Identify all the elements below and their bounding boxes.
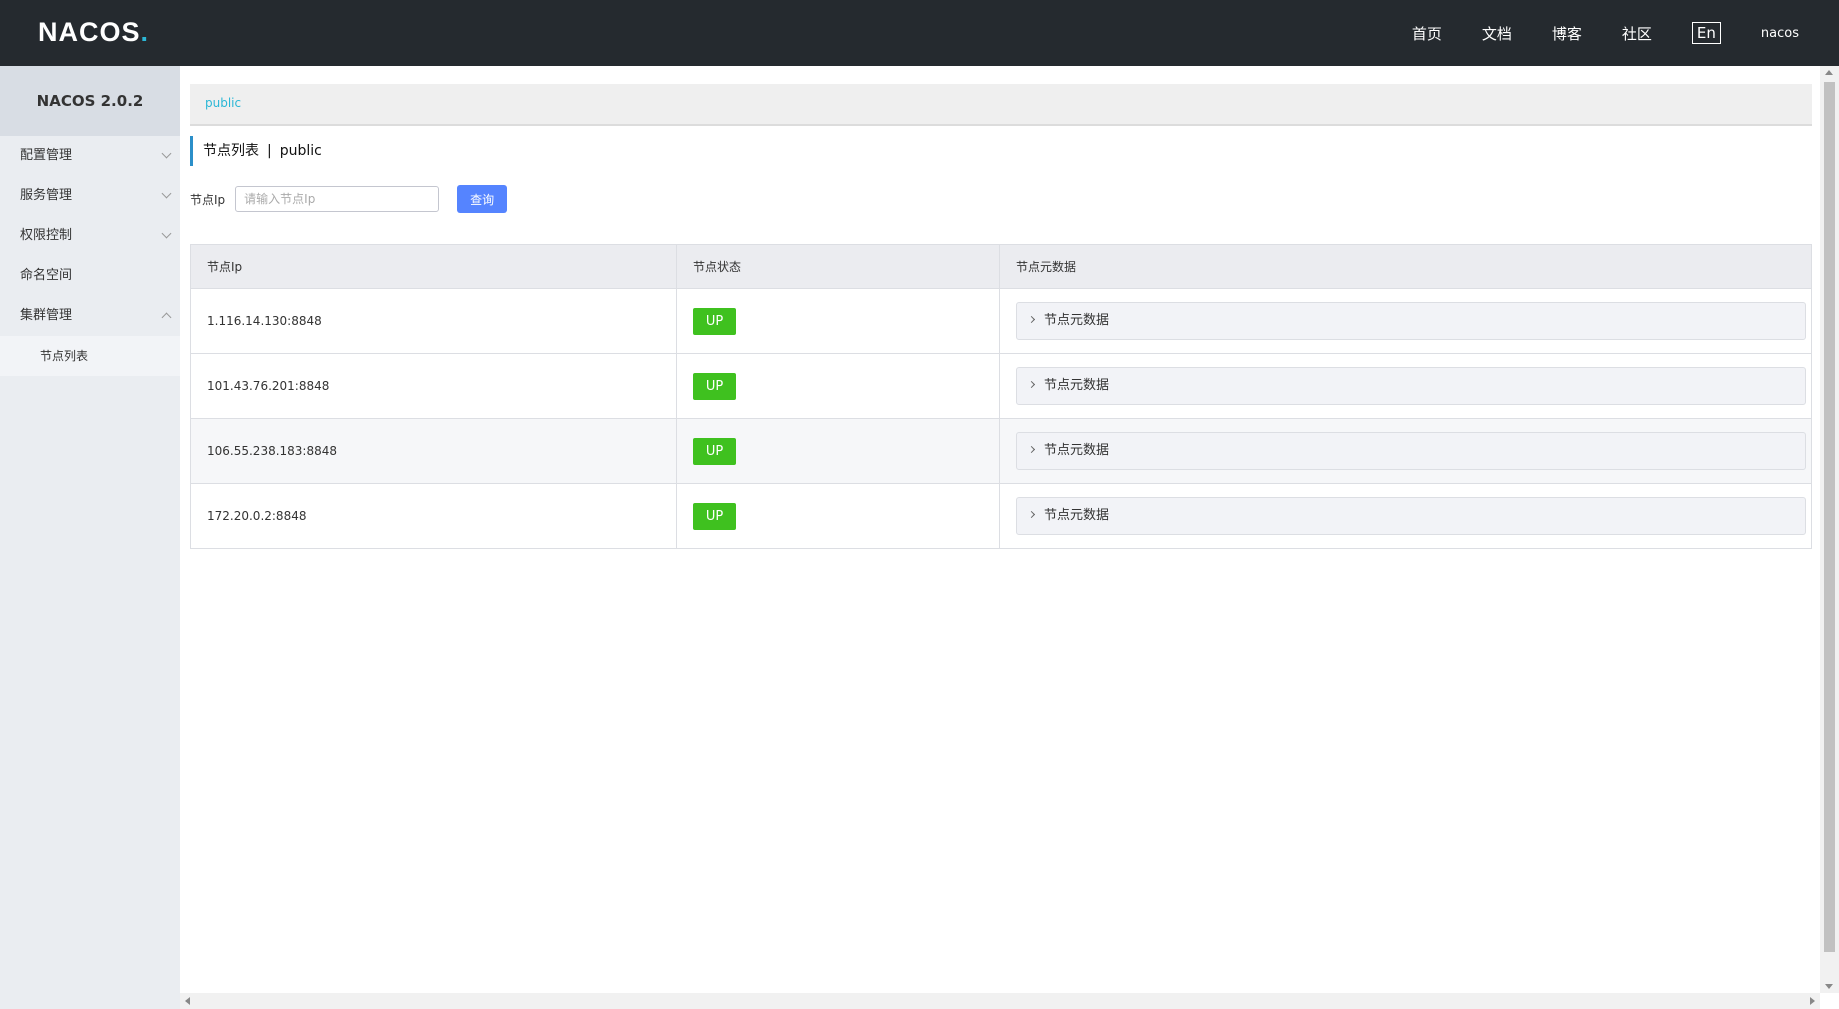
search-form: 节点Ip 查询 (190, 185, 508, 213)
top-bar: NACOS. 首页 文档 博客 社区 En nacos (0, 0, 1839, 66)
node-metadata-cell: 节点元数据 (999, 353, 1812, 419)
vertical-scrollbar[interactable] (1820, 66, 1839, 993)
node-metadata-cell: 节点元数据 (999, 483, 1812, 549)
scroll-right-arrow-icon[interactable] (1810, 997, 1815, 1005)
namespace-link[interactable]: public (205, 96, 241, 110)
language-switch-button[interactable]: En (1691, 22, 1721, 44)
chevron-up-icon (161, 312, 172, 323)
chevron-right-icon (1027, 510, 1036, 519)
scrollbar-thumb[interactable] (1824, 82, 1835, 952)
chevron-down-icon (161, 228, 172, 239)
table-row: 1.116.14.130:8848 UP 节点元数据 (190, 288, 1812, 354)
metadata-label: 节点元数据 (1044, 313, 1110, 328)
sidebar-item-namespace[interactable]: 命名空间 (0, 256, 180, 296)
node-status-cell: UP (676, 483, 1000, 549)
sidebar-item-label: 服务管理 (20, 188, 73, 203)
chevron-right-icon (1027, 315, 1036, 324)
title-separator: | (267, 143, 272, 159)
column-header-status: 节点状态 (676, 244, 1000, 289)
logo-text: NACOS (38, 17, 141, 47)
main-content: public 节点列表 | public 节点Ip 查询 节点Ip 节点状态 节点元… (180, 66, 1820, 993)
node-status-cell: UP (676, 353, 1000, 419)
namespace-bar: public (190, 84, 1812, 126)
nav-blog-link[interactable]: 博客 (1552, 23, 1582, 44)
scroll-up-arrow-icon[interactable] (1825, 70, 1833, 75)
table-row: 101.43.76.201:8848 UP 节点元数据 (190, 353, 1812, 419)
node-table: 节点Ip 节点状态 节点元数据 1.116.14.130:8848 UP 节点元… (190, 244, 1812, 549)
sidebar-item-label: 权限控制 (20, 228, 73, 243)
node-ip-input[interactable] (235, 186, 440, 212)
status-badge: UP (693, 502, 736, 530)
chevron-right-icon (1027, 445, 1036, 454)
sidebar-subitem-node-list[interactable]: 节点列表 (0, 336, 180, 376)
metadata-collapse[interactable]: 节点元数据 (1016, 302, 1806, 340)
node-ip-label: 节点Ip (190, 192, 226, 207)
column-header-metadata: 节点元数据 (999, 244, 1812, 289)
horizontal-scrollbar[interactable] (180, 993, 1820, 1009)
node-ip-cell: 172.20.0.2:8848 (190, 483, 677, 549)
user-menu[interactable]: nacos (1761, 26, 1799, 41)
metadata-label: 节点元数据 (1044, 443, 1110, 458)
sidebar-item-cluster[interactable]: 集群管理 (0, 296, 180, 336)
node-ip-cell: 106.55.238.183:8848 (190, 418, 677, 484)
node-ip-cell: 1.116.14.130:8848 (190, 288, 677, 354)
metadata-collapse[interactable]: 节点元数据 (1016, 432, 1806, 470)
sidebar-item-label: 配置管理 (20, 148, 73, 163)
scroll-left-arrow-icon[interactable] (185, 997, 190, 1005)
status-badge: UP (693, 307, 736, 335)
node-status-cell: UP (676, 418, 1000, 484)
table-row: 172.20.0.2:8848 UP 节点元数据 (190, 483, 1812, 549)
nav-home-link[interactable]: 首页 (1412, 23, 1442, 44)
column-header-ip: 节点Ip (190, 244, 677, 289)
sidebar-item-config[interactable]: 配置管理 (0, 136, 180, 176)
metadata-label: 节点元数据 (1044, 508, 1110, 523)
sidebar-item-auth[interactable]: 权限控制 (0, 216, 180, 256)
nav-community-link[interactable]: 社区 (1622, 23, 1652, 44)
scroll-down-arrow-icon[interactable] (1825, 984, 1833, 989)
chevron-down-icon (161, 188, 172, 199)
page-title-text: 节点列表 (203, 143, 259, 159)
sidebar-item-label: 命名空间 (20, 268, 73, 283)
node-ip-cell: 101.43.76.201:8848 (190, 353, 677, 419)
metadata-collapse[interactable]: 节点元数据 (1016, 497, 1806, 535)
status-badge: UP (693, 437, 736, 465)
metadata-label: 节点元数据 (1044, 378, 1110, 393)
node-metadata-cell: 节点元数据 (999, 288, 1812, 354)
sidebar-item-label: 集群管理 (20, 308, 73, 323)
page-title: 节点列表 | public (190, 136, 322, 166)
table-row: 106.55.238.183:8848 UP 节点元数据 (190, 418, 1812, 484)
sidebar-item-service[interactable]: 服务管理 (0, 176, 180, 216)
node-status-cell: UP (676, 288, 1000, 354)
chevron-down-icon (161, 148, 172, 159)
chevron-right-icon (1027, 380, 1036, 389)
logo-dot: . (140, 17, 150, 47)
sidebar-title: NACOS 2.0.2 (0, 66, 180, 136)
metadata-collapse[interactable]: 节点元数据 (1016, 367, 1806, 405)
sidebar: NACOS 2.0.2 配置管理 服务管理 权限控制 命名空间 集群管理 节点列… (0, 66, 180, 1009)
table-header-row: 节点Ip 节点状态 节点元数据 (190, 244, 1812, 289)
page-title-namespace: public (279, 143, 322, 159)
status-badge: UP (693, 372, 736, 400)
top-nav: 首页 文档 博客 社区 En nacos (1372, 22, 1799, 44)
nav-docs-link[interactable]: 文档 (1482, 23, 1512, 44)
nacos-logo[interactable]: NACOS. (38, 17, 149, 48)
query-button[interactable]: 查询 (457, 185, 508, 213)
node-metadata-cell: 节点元数据 (999, 418, 1812, 484)
